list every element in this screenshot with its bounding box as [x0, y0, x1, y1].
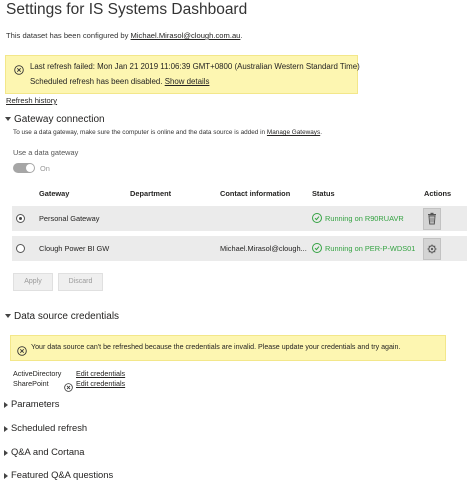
gateway-connection-title: Gateway connection — [14, 114, 105, 125]
gateway-contact: Michael.Mirasol@clough... — [220, 244, 307, 253]
section-featured-qa[interactable]: Featured Q&A questions — [4, 469, 113, 480]
col-header-actions: Actions — [424, 189, 452, 198]
gateway-status: Running on PER-P-WDS01 — [312, 243, 415, 253]
configured-prefix: This dataset has been configured by — [6, 31, 131, 40]
discard-button[interactable]: Discard — [58, 273, 103, 291]
data-source-credentials-title: Data source credentials — [14, 311, 120, 322]
manage-gateways-link[interactable]: Manage Gateways — [267, 129, 320, 136]
gateway-settings-button[interactable] — [423, 238, 441, 260]
section-qa-cortana-label: Q&A and Cortana — [11, 446, 85, 457]
apply-button[interactable]: Apply — [13, 273, 53, 291]
page-title: Settings for IS Systems Dashboard — [6, 1, 248, 18]
col-header-contact: Contact information — [220, 189, 291, 198]
error-circle-icon — [17, 343, 27, 361]
delete-gateway-button[interactable] — [423, 208, 441, 230]
gateway-connection-header[interactable]: Gateway connection — [5, 114, 105, 125]
use-gateway-label: Use a data gateway — [13, 148, 79, 157]
show-details-link[interactable]: Show details — [165, 77, 210, 86]
expand-arrow-icon — [4, 449, 8, 456]
section-parameters[interactable]: Parameters — [4, 398, 59, 409]
section-parameters-label: Parameters — [11, 398, 60, 409]
section-qa-cortana[interactable]: Q&A and Cortana — [4, 446, 84, 457]
gateway-name: Personal Gateway — [39, 214, 100, 223]
check-circle-icon — [312, 243, 322, 253]
expand-arrow-icon — [4, 401, 8, 408]
col-header-status: Status — [312, 189, 335, 198]
owner-email-link[interactable]: Michael.Mirasol@clough.com.au — [131, 31, 241, 40]
section-featured-qa-label: Featured Q&A questions — [11, 469, 114, 480]
source-name-activedirectory: ActiveDirectory — [13, 369, 62, 378]
error-circle-icon — [14, 62, 24, 80]
collapse-arrow-icon — [5, 314, 11, 319]
trash-icon — [428, 212, 436, 225]
gateway-status-text: Running on PER-P-WDS01 — [325, 244, 416, 253]
edit-credentials-activedirectory-link[interactable]: Edit credentials — [76, 369, 125, 378]
gateway-status: Running on R90RUAVR — [312, 213, 404, 223]
configured-by-text: This dataset has been configured by Mich… — [6, 31, 243, 40]
credentials-invalid-banner: Your data source can't be refreshed beca… — [10, 335, 446, 361]
gateway-description: To use a data gateway, make sure the com… — [13, 129, 322, 136]
gateway-description-end: . — [320, 129, 322, 136]
source-name-sharepoint: SharePoint — [13, 379, 49, 388]
last-refresh-failed-text: Last refresh failed: Mon Jan 21 2019 11:… — [30, 62, 360, 71]
refresh-failed-banner: Last refresh failed: Mon Jan 21 2019 11:… — [5, 55, 360, 94]
gateway-status-text: Running on R90RUAVR — [325, 214, 404, 223]
section-scheduled-refresh[interactable]: Scheduled refresh — [4, 422, 87, 433]
data-source-credentials-header[interactable]: Data source credentials — [5, 311, 119, 322]
toggle-state-label: On — [40, 164, 50, 173]
expand-arrow-icon — [4, 472, 8, 479]
refresh-disabled-text: Scheduled refresh has been disabled. Sho… — [30, 77, 209, 86]
edit-credentials-sharepoint-link[interactable]: Edit credentials — [76, 379, 125, 388]
gear-icon — [427, 244, 437, 254]
use-gateway-toggle[interactable] — [13, 163, 35, 173]
gateway-row-personal[interactable]: Personal Gateway Running on R90RUAVR — [12, 206, 467, 231]
error-circle-icon — [64, 379, 73, 397]
credentials-invalid-text: Your data source can't be refreshed beca… — [31, 343, 401, 351]
refresh-disabled-label: Scheduled refresh has been disabled. — [30, 77, 163, 86]
collapse-arrow-icon — [5, 117, 11, 122]
gateway-row-clough[interactable]: Clough Power BI GW Michael.Mirasol@cloug… — [12, 236, 467, 261]
gateway-radio-unselected[interactable] — [16, 244, 25, 253]
gateway-name: Clough Power BI GW — [39, 244, 110, 253]
section-scheduled-refresh-label: Scheduled refresh — [11, 422, 88, 433]
radio-dot — [19, 217, 22, 220]
toggle-knob — [26, 164, 34, 172]
configured-suffix: . — [240, 31, 243, 40]
col-header-department: Department — [130, 189, 172, 198]
check-circle-icon — [312, 213, 322, 223]
gateway-description-text: To use a data gateway, make sure the com… — [13, 129, 266, 136]
expand-arrow-icon — [4, 425, 8, 432]
col-header-gateway: Gateway — [39, 189, 70, 198]
gateway-radio-selected[interactable] — [16, 214, 25, 223]
refresh-history-link[interactable]: Refresh history — [6, 96, 57, 105]
